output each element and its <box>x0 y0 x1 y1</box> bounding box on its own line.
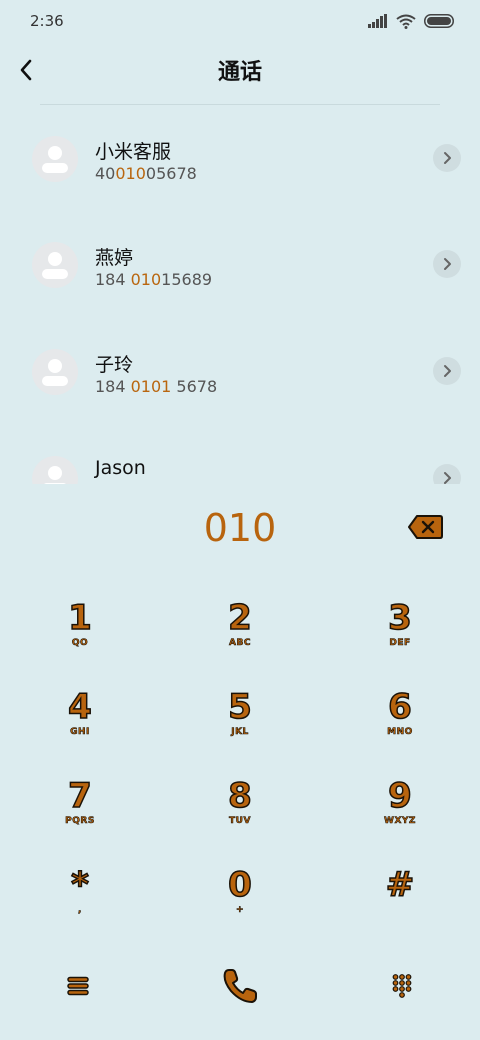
key-hash[interactable]: # <box>320 857 480 946</box>
key-1[interactable]: 1 QO <box>0 590 160 679</box>
contact-number: 184 01015689 <box>95 270 213 289</box>
key-letters: GHI <box>70 727 90 738</box>
contact-detail-button[interactable] <box>433 464 461 484</box>
contact-item[interactable]: 子玲 184 0101 5678 <box>0 319 480 425</box>
key-letters: PQRS <box>65 816 95 827</box>
page-title: 通话 <box>217 60 262 85</box>
wifi-icon <box>396 14 416 29</box>
key-5[interactable]: 5 JKL <box>160 679 320 768</box>
key-letters: MNO <box>387 727 413 738</box>
contact-name: 燕婷 <box>95 247 134 269</box>
key-letters: ABC <box>229 638 251 649</box>
key-letters: + <box>235 905 245 916</box>
key-letters: WXYZ <box>384 816 416 827</box>
contact-item[interactable]: 燕婷 184 01015689 <box>0 212 480 318</box>
key-4[interactable]: 4 GHI <box>0 679 160 768</box>
key-digit: 6 <box>387 686 412 728</box>
contact-name: 小米客服 <box>95 141 172 163</box>
dialpad-icon <box>392 974 412 998</box>
avatar <box>32 349 78 395</box>
key-digit: 9 <box>387 775 412 817</box>
contact-name: 子玲 <box>95 354 134 376</box>
status-bar: 2:36 <box>0 0 480 40</box>
key-0[interactable]: 0 + <box>160 857 320 946</box>
contact-detail-button[interactable] <box>433 144 461 172</box>
key-digit: 1 <box>67 597 92 639</box>
key-letters: DEF <box>389 638 411 649</box>
bottom-bar <box>0 950 480 1020</box>
menu-icon <box>67 976 89 996</box>
contact-item[interactable]: 小米客服 4001005678 <box>0 106 480 212</box>
avatar <box>32 456 78 484</box>
chevron-right-icon <box>444 258 451 270</box>
key-digit: # <box>385 864 415 906</box>
key-digit: 3 <box>387 597 412 639</box>
key-digit: 5 <box>227 686 252 728</box>
status-icons <box>368 12 454 30</box>
dialpad-button[interactable] <box>382 966 422 1006</box>
battery-icon <box>424 14 454 28</box>
avatar <box>32 136 78 182</box>
phone-icon <box>223 969 257 1003</box>
key-9[interactable]: 9 WXYZ <box>320 768 480 857</box>
contact-list[interactable]: 小米客服 4001005678 燕婷 184 01015689 子玲 184 0… <box>0 106 480 484</box>
key-2[interactable]: 2 ABC <box>160 590 320 679</box>
contact-item[interactable]: Jason <box>0 426 480 484</box>
key-8[interactable]: 8 TUV <box>160 768 320 857</box>
divider <box>40 104 440 105</box>
key-digit: * <box>70 864 89 906</box>
key-7[interactable]: 7 PQRS <box>0 768 160 857</box>
key-letters: TUV <box>229 816 251 827</box>
menu-button[interactable] <box>58 966 98 1006</box>
chevron-right-icon <box>444 152 451 164</box>
chevron-right-icon <box>444 472 451 484</box>
dial-display: 010 <box>0 500 480 560</box>
signal-icon <box>368 14 387 28</box>
contact-number: 4001005678 <box>95 164 197 183</box>
backspace-icon <box>408 515 443 539</box>
avatar <box>32 242 78 288</box>
contact-name: Jason <box>95 457 146 479</box>
key-letters: JKL <box>231 727 249 738</box>
contact-number: 184 0101 5678 <box>95 377 218 396</box>
contact-detail-button[interactable] <box>433 357 461 385</box>
key-letters: QO <box>71 638 89 649</box>
key-letters: , <box>78 905 82 916</box>
chevron-right-icon <box>444 365 451 377</box>
key-digit: 8 <box>227 775 252 817</box>
backspace-button[interactable] <box>408 514 444 540</box>
call-button[interactable] <box>220 966 260 1006</box>
key-digit: 0 <box>227 864 252 906</box>
key-3[interactable]: 3 DEF <box>320 590 480 679</box>
contact-detail-button[interactable] <box>433 250 461 278</box>
key-digit: 7 <box>67 775 92 817</box>
key-digit: 2 <box>227 597 252 639</box>
status-time: 2:36 <box>30 12 64 30</box>
header: 通话 <box>0 40 480 102</box>
key-digit: 4 <box>67 686 92 728</box>
key-star[interactable]: * , <box>0 857 160 946</box>
key-6[interactable]: 6 MNO <box>320 679 480 768</box>
